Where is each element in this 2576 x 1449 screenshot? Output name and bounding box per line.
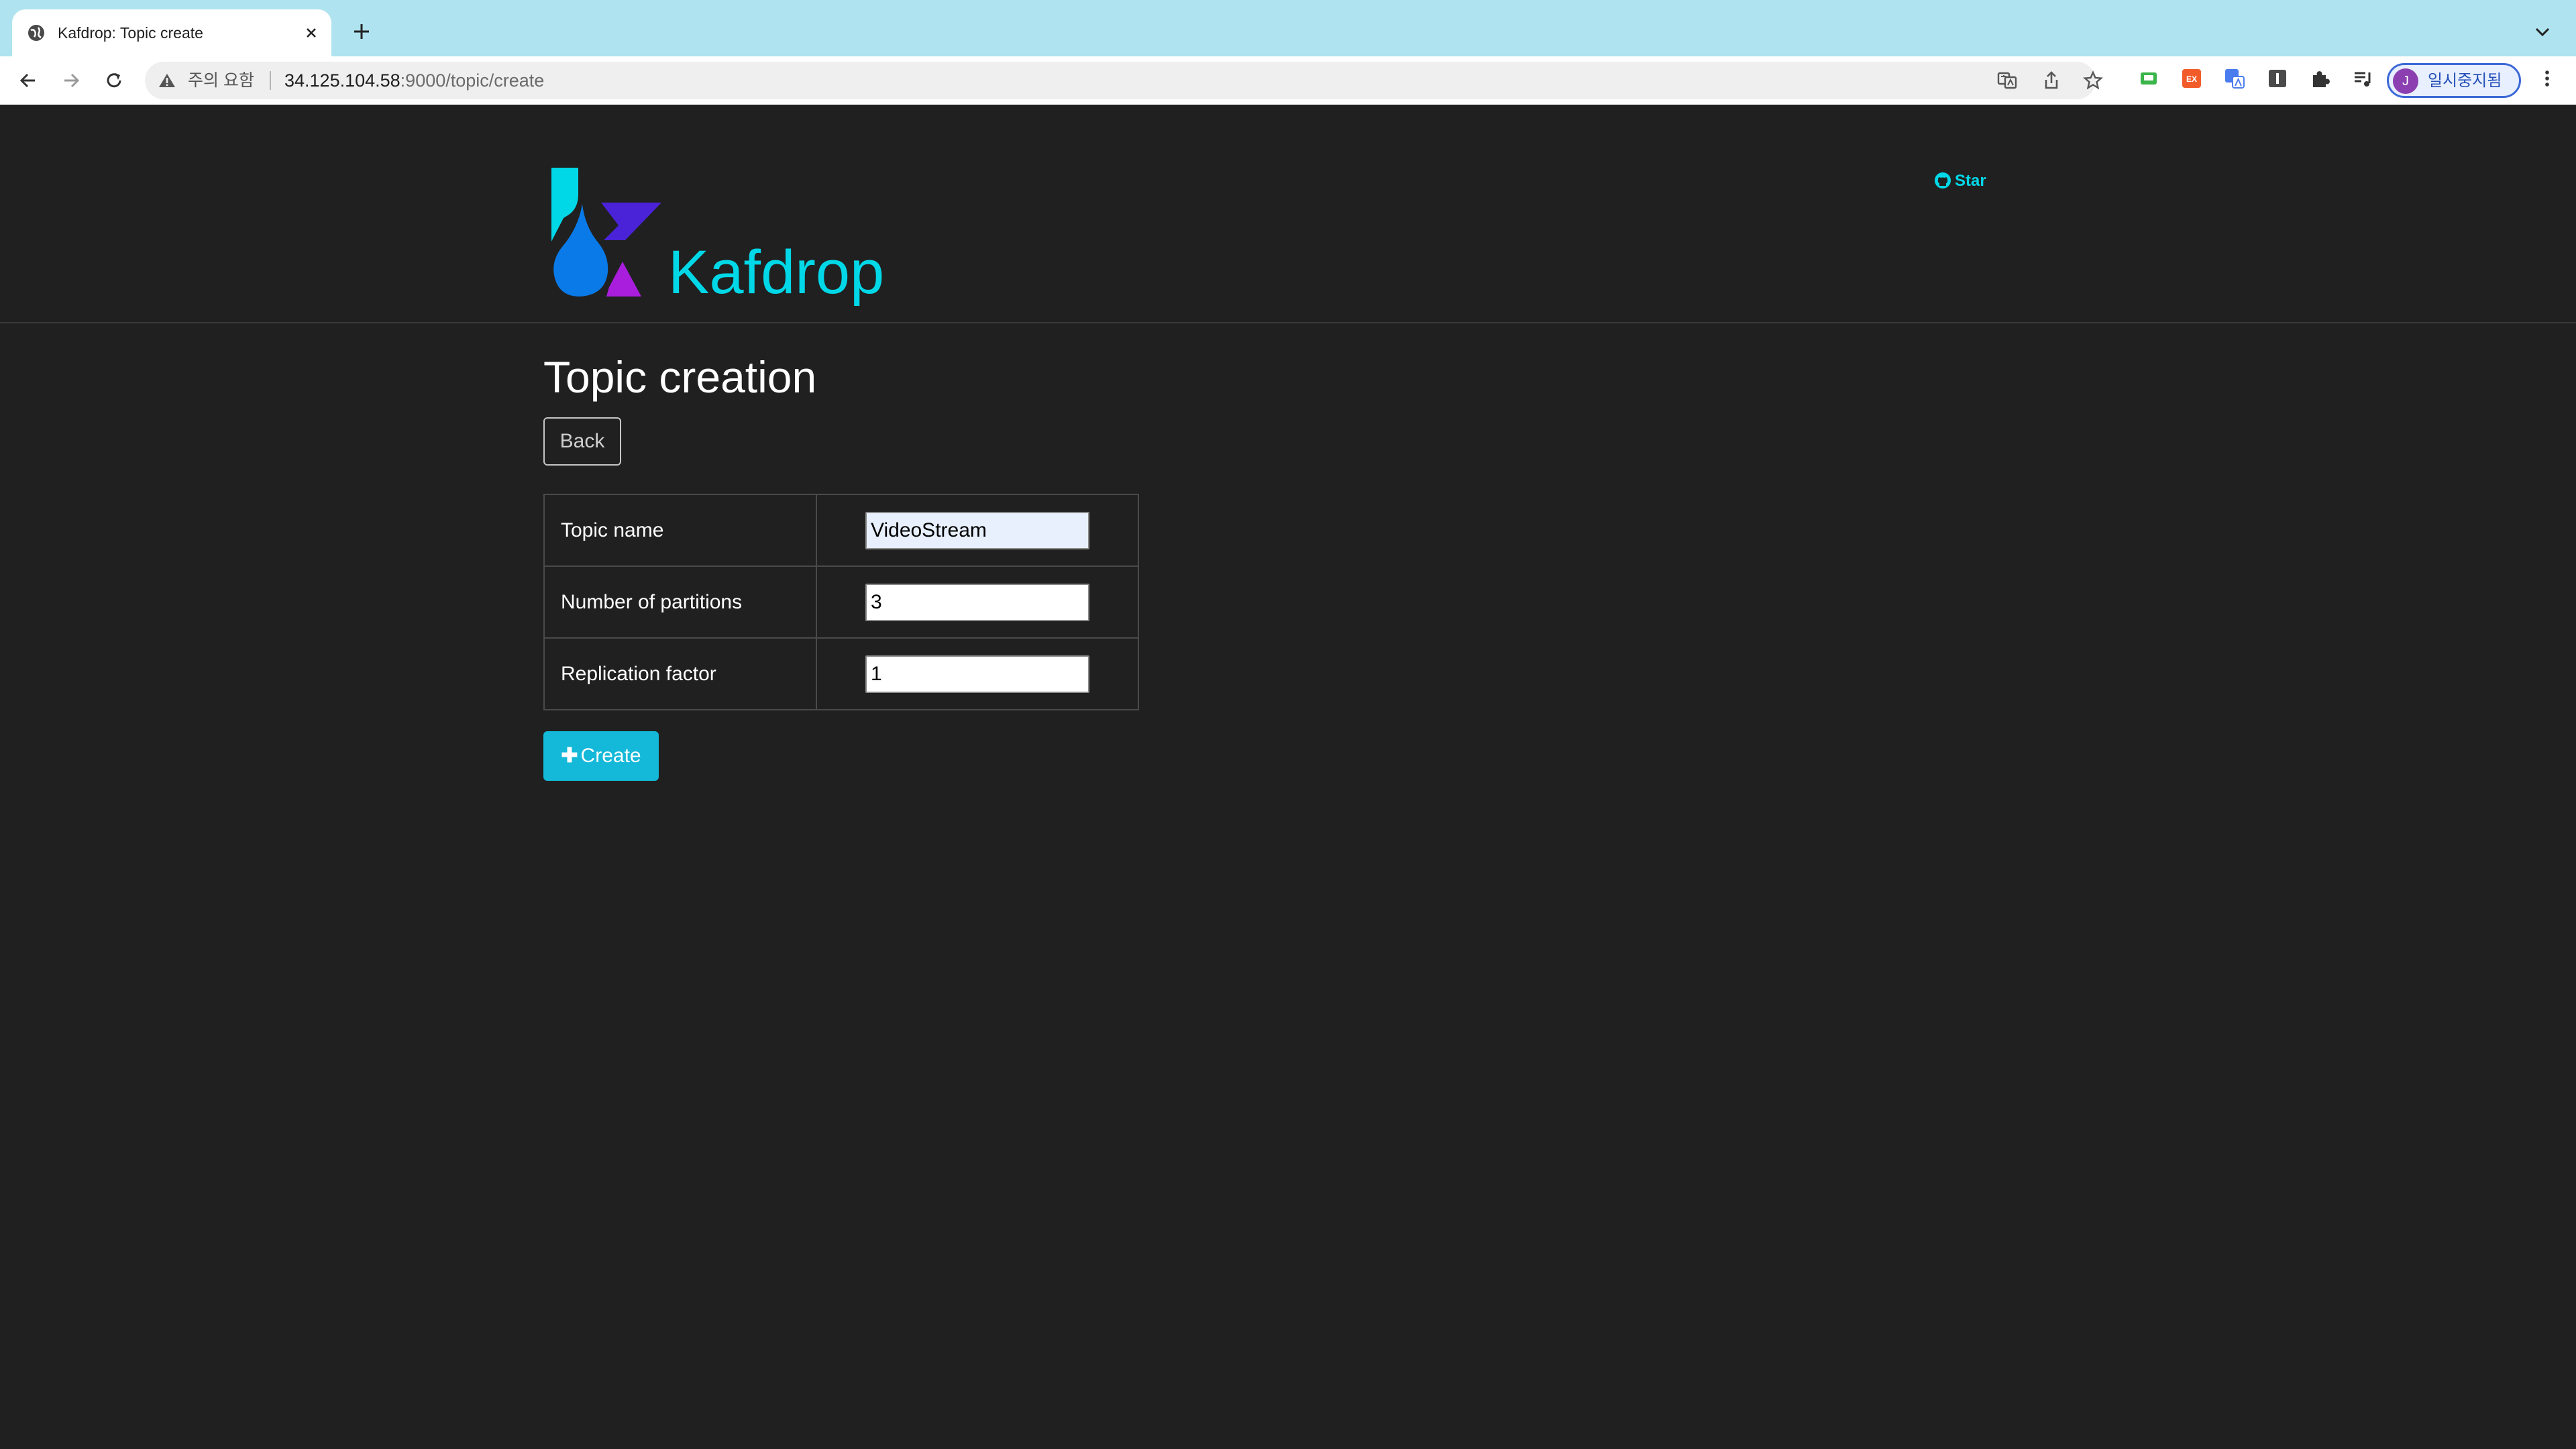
github-icon: [1935, 172, 1951, 189]
page-title: Topic creation: [543, 352, 817, 402]
kebab-menu-icon[interactable]: [2536, 67, 2559, 90]
address-bar[interactable]: 주의 요함 34.125.104.58:9000/topic/create: [145, 62, 2103, 99]
tab-title: Kafdrop: Topic create: [58, 24, 203, 42]
partitions-label: Number of partitions: [543, 566, 817, 639]
browser-toolbar: 주의 요함 34.125.104.58:9000/topic/create EX: [0, 56, 2576, 105]
url-host: 34.125.104.58: [284, 70, 400, 91]
replication-factor-label: Replication factor: [543, 637, 817, 710]
table-row: Topic name: [543, 494, 1139, 567]
replication-factor-cell: [816, 637, 1139, 710]
translate-extension-icon[interactable]: [2223, 67, 2246, 90]
profile-button[interactable]: J 일시중지됨: [2387, 63, 2521, 98]
puzzle-icon[interactable]: [2309, 67, 2332, 90]
github-star-link[interactable]: Star: [1933, 170, 1986, 192]
kafdrop-logo-icon[interactable]: [547, 168, 661, 302]
chevron-down-icon[interactable]: [2530, 20, 2555, 44]
browser-tab[interactable]: Kafdrop: Topic create: [12, 9, 331, 56]
url-path: :9000/topic/create: [400, 70, 545, 91]
browser-tab-strip: Kafdrop: Topic create: [0, 0, 2576, 56]
topic-name-input[interactable]: [865, 511, 1089, 549]
plus-icon: ✚: [561, 745, 578, 767]
table-row: Replication factor: [543, 637, 1139, 710]
reload-icon[interactable]: [102, 68, 126, 93]
warning-icon[interactable]: [158, 72, 176, 89]
security-warning-label[interactable]: 주의 요함: [188, 69, 254, 92]
replication-factor-input[interactable]: [865, 655, 1089, 693]
address-separator: [270, 71, 271, 90]
topic-name-cell: [816, 494, 1139, 567]
profile-status-label: 일시중지됨: [2428, 72, 2502, 90]
url-text[interactable]: 34.125.104.58:9000/topic/create: [284, 69, 544, 92]
ex-extension-icon[interactable]: EX: [2180, 67, 2203, 90]
topic-name-label: Topic name: [543, 494, 817, 567]
arrow-right-icon[interactable]: [59, 68, 83, 93]
dark-extension-icon[interactable]: [2266, 67, 2289, 90]
back-button[interactable]: Back: [543, 417, 621, 466]
site-header: Kafdrop Star: [0, 105, 2576, 323]
new-tab-plus-icon[interactable]: [349, 19, 374, 44]
table-row: Number of partitions: [543, 566, 1139, 639]
green-extension-icon[interactable]: [2137, 67, 2160, 90]
arrow-left-icon[interactable]: [16, 68, 40, 93]
create-button-label: Create: [580, 745, 641, 767]
close-icon[interactable]: [301, 22, 322, 44]
brand-name[interactable]: Kafdrop: [668, 239, 884, 306]
translate-icon[interactable]: [1996, 70, 2018, 91]
page-content: Kafdrop Star Topic creation Back Topic n…: [0, 105, 2576, 1449]
media-queue-icon[interactable]: [2352, 67, 2375, 90]
github-star-label: Star: [1955, 172, 1986, 190]
partitions-cell: [816, 566, 1139, 639]
avatar: J: [2393, 68, 2418, 94]
globe-icon: [28, 25, 44, 41]
topic-form-table: Topic name Number of partitions Replicat…: [543, 494, 1139, 710]
star-outline-icon[interactable]: [2082, 70, 2104, 91]
partitions-input[interactable]: [865, 583, 1089, 621]
create-button[interactable]: ✚ Create: [543, 731, 659, 781]
share-icon[interactable]: [2041, 70, 2062, 91]
svg-text:EX: EX: [2186, 74, 2197, 84]
